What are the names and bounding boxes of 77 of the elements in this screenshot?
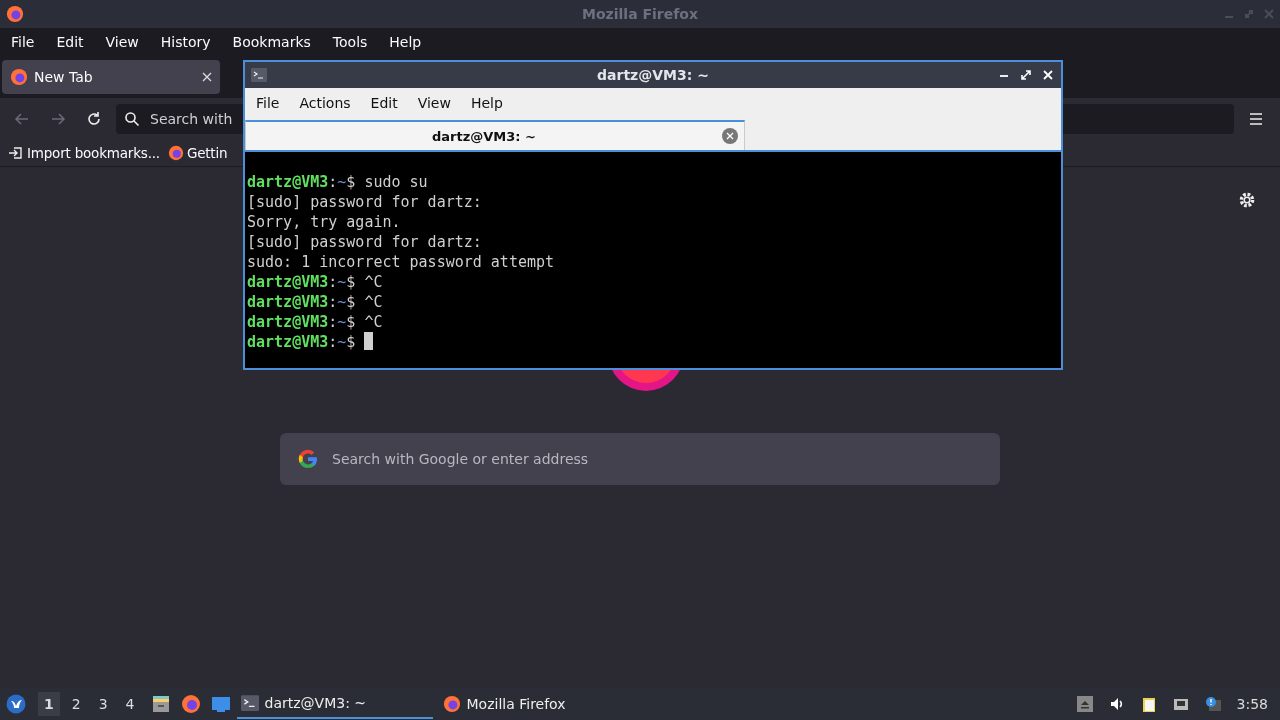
prompt-user: dartz@VM3 bbox=[247, 292, 329, 312]
menu-item[interactable]: Help bbox=[461, 95, 512, 111]
terminal-icon bbox=[251, 68, 267, 82]
prompt-separator: : bbox=[328, 172, 338, 192]
prompt-path: ~ bbox=[337, 272, 347, 292]
prompt-user: dartz@VM3 bbox=[247, 332, 329, 352]
terminal-output: [sudo] password for dartz: bbox=[247, 232, 482, 252]
menu-item[interactable]: Bookmarks bbox=[223, 34, 320, 50]
workspace-button[interactable]: 4 bbox=[119, 692, 141, 716]
command: ^C bbox=[364, 292, 383, 312]
bookmark[interactable]: Gettin bbox=[167, 145, 228, 161]
taskbar-button[interactable]: dartz@VM3: ~ bbox=[236, 689, 433, 719]
command: ^C bbox=[364, 312, 383, 332]
window-title: Mozilla Firefox bbox=[582, 6, 698, 22]
prompt-user: dartz@VM3 bbox=[247, 312, 329, 332]
settings-icon[interactable] bbox=[1238, 191, 1256, 209]
menu-item[interactable]: Edit bbox=[361, 95, 407, 111]
eject-icon[interactable] bbox=[1076, 696, 1093, 712]
command: sudo su bbox=[364, 172, 428, 192]
notification-icon[interactable] bbox=[1204, 696, 1221, 712]
terminal-output: [sudo] password for dartz: bbox=[247, 192, 482, 212]
prompt-user: dartz@VM3 bbox=[247, 172, 329, 192]
firefox-icon bbox=[442, 695, 461, 713]
taskbar-button[interactable]: Mozilla Firefox bbox=[438, 689, 635, 719]
command: ^C bbox=[364, 272, 383, 292]
clipboard-icon[interactable] bbox=[1140, 696, 1157, 712]
prompt-symbol: $ bbox=[346, 172, 356, 192]
network-icon[interactable] bbox=[1172, 696, 1189, 712]
prompt-path: ~ bbox=[337, 332, 347, 352]
import-icon bbox=[8, 145, 24, 161]
menu-item[interactable]: View bbox=[408, 95, 460, 111]
search-field[interactable]: Search with Google or enter address bbox=[280, 433, 1000, 485]
menu-item[interactable]: History bbox=[151, 34, 220, 50]
clock: 3:58 bbox=[1236, 696, 1268, 712]
menu-item[interactable]: View bbox=[96, 34, 148, 50]
desktop-icon[interactable] bbox=[210, 694, 231, 714]
window-title: dartz@VM3: ~ bbox=[597, 67, 709, 83]
firefox-icon bbox=[10, 68, 28, 86]
volume-icon[interactable] bbox=[1108, 696, 1125, 712]
terminal-icon bbox=[240, 694, 259, 712]
bookmark[interactable]: Import bookmarks... bbox=[8, 145, 160, 161]
menu-item[interactable]: File bbox=[247, 95, 289, 111]
address-bar[interactable]: Search with bbox=[116, 104, 243, 134]
prompt-symbol: $ bbox=[346, 312, 356, 332]
workspace-button[interactable]: 1 bbox=[38, 692, 60, 716]
firefox-icon bbox=[167, 145, 184, 161]
file-cabinet-icon[interactable] bbox=[150, 694, 171, 714]
firefox-icon bbox=[6, 5, 24, 23]
tab-label: dartz@VM3: ~ bbox=[431, 128, 537, 144]
browser-tab[interactable]: New Tab bbox=[2, 60, 220, 94]
menu-item[interactable]: Edit bbox=[47, 34, 93, 50]
prompt-separator: : bbox=[328, 292, 338, 312]
prompt-symbol: $ bbox=[346, 292, 356, 312]
workspace-button[interactable]: 3 bbox=[92, 692, 114, 716]
terminal-output: sudo: 1 incorrect password attempt bbox=[247, 252, 555, 272]
search-icon bbox=[124, 111, 140, 127]
firefox-icon[interactable] bbox=[180, 694, 201, 714]
menu-item[interactable]: Actions bbox=[290, 95, 360, 111]
google-icon bbox=[296, 447, 320, 471]
terminal-tab[interactable]: dartz@VM3: ~ bbox=[245, 120, 745, 150]
workspace-button[interactable]: 2 bbox=[65, 692, 87, 716]
start-menu-icon[interactable] bbox=[6, 694, 26, 714]
prompt-symbol: $ bbox=[346, 332, 356, 352]
menu-item[interactable]: Tools bbox=[323, 34, 377, 50]
terminal-output: Sorry, try again. bbox=[247, 212, 401, 232]
prompt-path: ~ bbox=[337, 172, 347, 192]
menu-item[interactable]: Help bbox=[380, 34, 431, 50]
menu-item[interactable]: File bbox=[2, 34, 44, 50]
prompt-separator: : bbox=[328, 312, 338, 332]
prompt-separator: : bbox=[328, 272, 338, 292]
prompt-symbol: $ bbox=[346, 272, 356, 292]
menu-icon[interactable] bbox=[1248, 111, 1264, 127]
prompt-path: ~ bbox=[337, 312, 347, 332]
prompt-user: dartz@VM3 bbox=[247, 272, 329, 292]
prompt-path: ~ bbox=[337, 292, 347, 312]
tab-label: New Tab bbox=[34, 69, 94, 85]
prompt-separator: : bbox=[328, 332, 338, 352]
